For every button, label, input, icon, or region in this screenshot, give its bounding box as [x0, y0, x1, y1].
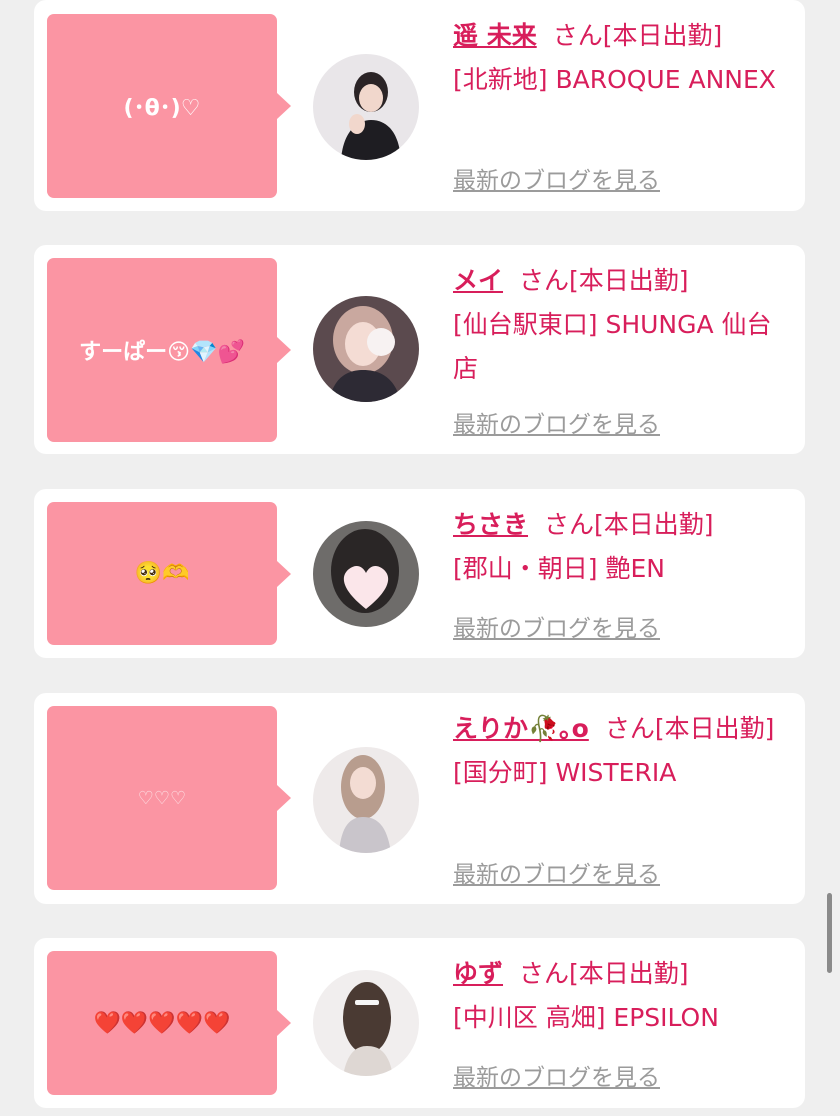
avatar-image	[313, 521, 419, 627]
girl-name-link[interactable]: メイ	[453, 266, 503, 295]
avatar-image	[313, 54, 419, 160]
girl-info: ゆず さん[本日出勤] [中川区 高畑] EPSILON	[453, 952, 783, 1040]
avatar-image	[313, 747, 419, 853]
list-item: ❤️❤️❤️❤️❤️ ゆず さん[本日出勤] [中川区 高畑] EPSILON 最…	[34, 938, 805, 1108]
shop-name: [郡山・朝日] 艶EN	[453, 554, 665, 583]
message-bubble: 🥺🫶	[47, 502, 291, 645]
shop-name: [北新地] BAROQUE ANNEX	[453, 65, 776, 94]
latest-blog-link[interactable]: 最新のブログを見る	[453, 855, 660, 889]
shop-name: [中川区 高畑] EPSILON	[453, 1003, 719, 1032]
avatar[interactable]	[313, 747, 419, 853]
list-item: 🥺🫶 ちさき さん[本日出勤] [郡山・朝日] 艶EN 最新のブログを見る	[34, 489, 805, 658]
latest-blog-link[interactable]: 最新のブログを見る	[453, 609, 660, 643]
message-bubble: すーぱー😚💎💕	[47, 258, 291, 442]
list-item: ♡♡♡ えりか🥀｡o さん[本日出勤] [国分町] WISTERIA 最新のブログ…	[34, 693, 805, 904]
avatar[interactable]	[313, 54, 419, 160]
list-item: すーぱー😚💎💕 メイ さん[本日出勤] [仙台駅東口] SHUNGA 仙台店 最新…	[34, 245, 805, 454]
girl-name-link[interactable]: 遥 未来	[453, 21, 537, 50]
message-bubble: (･θ･)♡	[47, 14, 291, 198]
work-status: さん[本日出勤]	[519, 266, 689, 295]
scrollbar[interactable]	[827, 893, 832, 973]
girl-info: メイ さん[本日出勤] [仙台駅東口] SHUNGA 仙台店	[453, 259, 783, 391]
work-status: さん[本日出勤]	[552, 21, 723, 50]
list-item: (･θ･)♡ 遥 未来 さん[本日出勤] [北新地] BAROQUE ANNEX …	[34, 0, 805, 211]
avatar[interactable]	[313, 521, 419, 627]
girl-name-link[interactable]: えりか🥀｡o	[453, 714, 589, 743]
work-status: さん[本日出勤]	[519, 959, 689, 988]
work-status: さん[本日出勤]	[604, 714, 775, 743]
avatar-image	[313, 296, 419, 402]
shop-name: [国分町] WISTERIA	[453, 758, 677, 787]
girl-info: ちさき さん[本日出勤] [郡山・朝日] 艶EN	[453, 503, 783, 591]
work-status: さん[本日出勤]	[544, 510, 714, 539]
avatar[interactable]	[313, 970, 419, 1076]
avatar-image	[313, 970, 419, 1076]
avatar[interactable]	[313, 296, 419, 402]
girl-name-link[interactable]: ゆず	[453, 959, 503, 988]
message-bubble: ♡♡♡	[47, 706, 291, 890]
latest-blog-link[interactable]: 最新のブログを見る	[453, 405, 660, 439]
message-bubble: ❤️❤️❤️❤️❤️	[47, 951, 291, 1095]
shop-name: [仙台駅東口] SHUNGA 仙台店	[453, 310, 772, 383]
latest-blog-link[interactable]: 最新のブログを見る	[453, 1058, 660, 1092]
girl-info: えりか🥀｡o さん[本日出勤] [国分町] WISTERIA	[453, 707, 783, 795]
girl-info: 遥 未来 さん[本日出勤] [北新地] BAROQUE ANNEX	[453, 14, 783, 102]
girl-name-link[interactable]: ちさき	[453, 510, 528, 539]
latest-blog-link[interactable]: 最新のブログを見る	[453, 161, 660, 195]
